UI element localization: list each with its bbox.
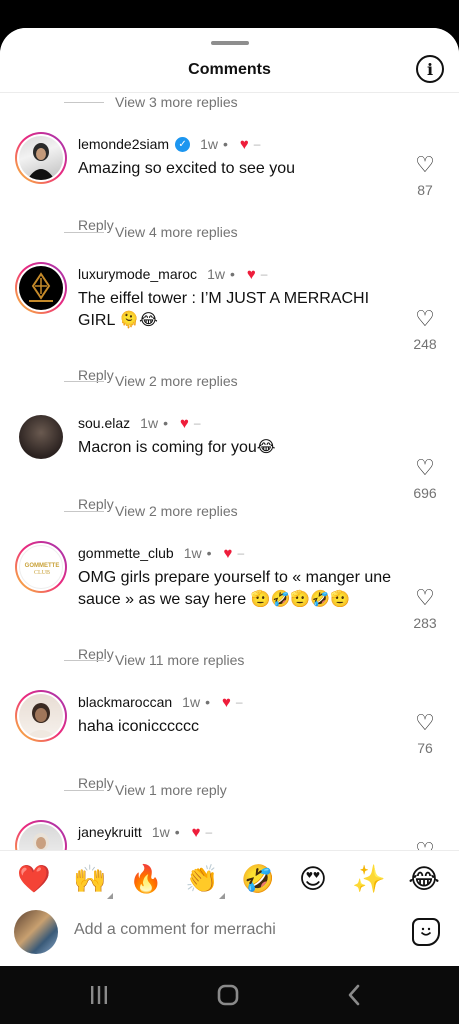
author-liked-heart-icon: ♥ bbox=[191, 823, 201, 841]
like-count: 248 bbox=[413, 336, 437, 352]
skin-tone-indicator bbox=[219, 893, 225, 899]
comment-text: The eiffel tower : I’M JUST A MERRACHI G… bbox=[78, 290, 370, 329]
separator-dash: – bbox=[205, 825, 213, 839]
view-more-replies-label: View 3 more replies bbox=[115, 94, 238, 110]
sticker-icon[interactable] bbox=[412, 918, 440, 946]
avatar[interactable] bbox=[15, 411, 67, 463]
drag-handle[interactable] bbox=[211, 41, 249, 45]
comment-input[interactable] bbox=[74, 921, 374, 939]
emoji-fire-button[interactable]: 🔥 bbox=[129, 863, 163, 897]
comment-time: 1w bbox=[140, 415, 159, 431]
author-liked-heart-icon: ♥ bbox=[179, 414, 189, 432]
like-heart-icon[interactable]: ♡ bbox=[405, 154, 445, 176]
view-more-replies[interactable]: View 2 more replies bbox=[64, 501, 238, 521]
comment-time: 1w bbox=[151, 824, 170, 840]
svg-text:CLUB: CLUB bbox=[34, 570, 50, 576]
current-user-avatar bbox=[14, 910, 58, 954]
like-heart-icon[interactable]: ♡ bbox=[405, 587, 445, 609]
comment-username[interactable]: luxurymode_maroc bbox=[78, 266, 197, 282]
info-icon[interactable]: i bbox=[416, 55, 444, 83]
emoji-quick-bar: ❤️ 🙌 🔥 👏 🤣 😍 ✨ 😂 bbox=[0, 850, 459, 908]
comment-time: 1w bbox=[200, 136, 218, 152]
system-nav-bar bbox=[0, 966, 459, 1024]
separator-dash: – bbox=[193, 416, 201, 430]
recents-icon[interactable] bbox=[89, 984, 109, 1006]
view-more-replies[interactable]: View 4 more replies bbox=[64, 222, 238, 242]
separator-dash: – bbox=[253, 137, 261, 151]
comment-time: 1w bbox=[182, 694, 201, 710]
author-liked-heart-icon: ♥ bbox=[246, 265, 256, 283]
view-more-replies-label: View 11 more replies bbox=[115, 652, 245, 668]
like-count: 283 bbox=[413, 615, 437, 631]
svg-text:GOMMETTE: GOMMETTE bbox=[25, 563, 60, 569]
comment-time: 1w bbox=[207, 266, 225, 282]
emoji-heart-button[interactable]: ❤️ bbox=[17, 863, 51, 897]
view-more-replies[interactable]: View 1 more reply bbox=[64, 780, 227, 800]
comment-text: haha iconicccccc bbox=[78, 718, 199, 735]
like-count: 76 bbox=[417, 740, 433, 756]
comment-username[interactable]: lemonde2siam bbox=[78, 136, 169, 152]
comments-sheet: View 3 more replies lemonde2siam ✓ 1w • … bbox=[0, 28, 459, 966]
avatar[interactable] bbox=[15, 690, 67, 742]
separator-dot: • bbox=[222, 136, 228, 152]
view-more-replies-label: View 1 more reply bbox=[115, 782, 227, 798]
like-heart-icon[interactable]: ♡ bbox=[405, 712, 445, 734]
emoji-heart-eyes-button[interactable]: 😍 bbox=[296, 863, 330, 897]
back-icon[interactable] bbox=[346, 984, 362, 1006]
emoji-sparkles-button[interactable]: ✨ bbox=[352, 863, 386, 897]
separator-dot: • bbox=[206, 545, 212, 561]
like-count: 87 bbox=[417, 182, 433, 198]
comment-username[interactable]: janeykruitt bbox=[78, 824, 142, 840]
emoji-raising-hands-button[interactable]: 🙌 bbox=[73, 863, 113, 899]
comment-time: 1w bbox=[183, 545, 202, 561]
home-icon[interactable] bbox=[217, 984, 239, 1006]
emoji-raising-hands-glyph: 🙌 bbox=[73, 864, 107, 895]
like-count: 696 bbox=[413, 485, 437, 501]
author-liked-heart-icon: ♥ bbox=[239, 135, 249, 153]
emoji-rofl-button[interactable]: 🤣 bbox=[241, 863, 275, 897]
separator-dash: – bbox=[235, 695, 243, 709]
header-divider bbox=[0, 92, 459, 93]
like-heart-icon[interactable]: ♡ bbox=[405, 457, 445, 479]
comment-username[interactable]: sou.elaz bbox=[78, 415, 130, 431]
emoji-joy-button[interactable]: 😂 bbox=[407, 863, 441, 897]
view-more-replies[interactable]: View 3 more replies bbox=[64, 92, 238, 112]
view-more-replies-label: View 4 more replies bbox=[115, 224, 238, 240]
view-more-replies[interactable]: View 2 more replies bbox=[64, 371, 238, 391]
page-title: Comments bbox=[188, 61, 271, 78]
like-heart-icon[interactable]: ♡ bbox=[405, 840, 445, 851]
comment-text: Amazing so excited to see you bbox=[78, 160, 296, 177]
view-more-replies[interactable]: View 11 more replies bbox=[64, 650, 244, 670]
author-liked-heart-icon: ♥ bbox=[223, 544, 233, 562]
view-more-replies-label: View 2 more replies bbox=[115, 503, 238, 519]
separator-dot: • bbox=[205, 694, 210, 710]
separator-dash: – bbox=[237, 546, 245, 560]
separator-dot: • bbox=[174, 824, 180, 840]
avatar[interactable] bbox=[15, 820, 67, 850]
avatar[interactable] bbox=[15, 132, 67, 184]
verified-badge-icon: ✓ bbox=[175, 136, 191, 152]
comment-composer bbox=[0, 908, 459, 966]
like-heart-icon[interactable]: ♡ bbox=[405, 308, 445, 330]
comment-username[interactable]: gommette_club bbox=[78, 545, 174, 561]
sheet-header: Comments i bbox=[0, 28, 459, 92]
skin-tone-indicator bbox=[107, 893, 113, 899]
emoji-clapping-glyph: 👏 bbox=[185, 864, 219, 895]
comment-text: Macron is coming for you😂 bbox=[78, 439, 276, 456]
view-more-replies-label: View 2 more replies bbox=[115, 373, 238, 389]
avatar[interactable]: GOMMETTE CLUB bbox=[15, 541, 67, 593]
comment-username[interactable]: blackmaroccan bbox=[78, 694, 172, 710]
separator-dot: • bbox=[229, 266, 235, 282]
comment-text: OMG girls prepare yourself to « manger u… bbox=[78, 569, 392, 608]
emoji-clapping-button[interactable]: 👏 bbox=[185, 863, 225, 899]
separator-dash: – bbox=[260, 267, 268, 281]
comments-feed[interactable]: View 3 more replies lemonde2siam ✓ 1w • … bbox=[0, 28, 459, 850]
author-liked-heart-icon: ♥ bbox=[221, 693, 231, 711]
avatar[interactable] bbox=[15, 262, 67, 314]
separator-dot: • bbox=[163, 415, 168, 431]
